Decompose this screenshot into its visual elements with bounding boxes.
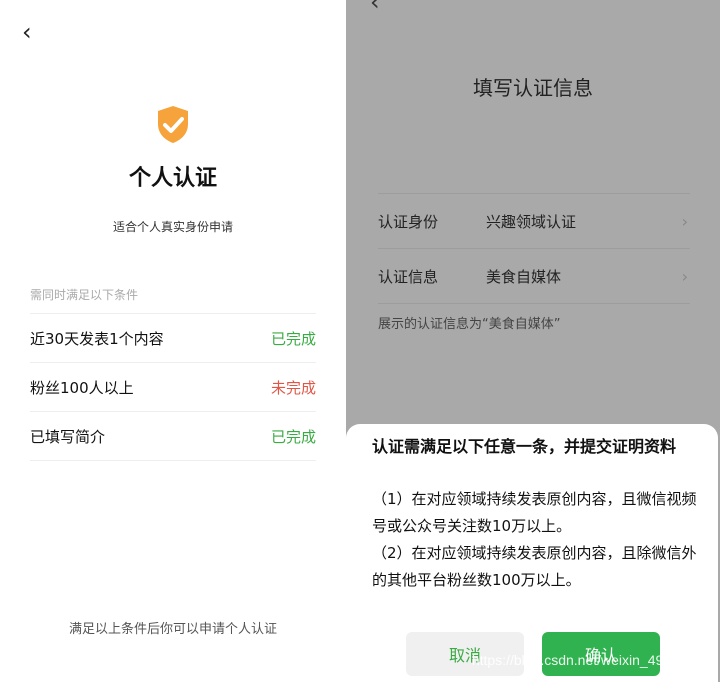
requirement-label: 粉丝100人以上 bbox=[30, 378, 134, 397]
fill-auth-info-panel: ‹ 填写认证信息 认证身份 兴趣领域认证 › 认证信息 美食自媒体 › 展示的认… bbox=[346, 0, 720, 682]
sheet-condition-1: （1）在对应领域持续发表原创内容，且微信视频号或公众号关注数10万以上。 bbox=[372, 490, 697, 535]
requirement-label: 近30天发表1个内容 bbox=[30, 329, 164, 348]
requirement-row: 已填写简介 已完成 bbox=[30, 411, 316, 461]
requirement-status: 未完成 bbox=[270, 378, 316, 397]
watermark: https://blog.csdn.net/weixin_49521939 bbox=[471, 652, 710, 668]
sheet-condition-2: （2）在对应领域持续发表原创内容，且除微信外的其他平台粉丝数100万以上。 bbox=[372, 544, 697, 589]
page-title: 填写认证信息 bbox=[473, 76, 593, 100]
row-value: 兴趣领域认证 bbox=[486, 212, 577, 231]
requirement-status: 已完成 bbox=[270, 329, 316, 348]
page-subtitle: 适合个人真实身份申请 bbox=[112, 220, 233, 234]
auth-info-row[interactable]: 认证信息 美食自媒体 › bbox=[378, 248, 690, 304]
row-key: 认证身份 bbox=[378, 212, 439, 231]
requirement-label: 已填写简介 bbox=[30, 427, 106, 446]
back-icon[interactable]: ‹ bbox=[370, 0, 380, 16]
chevron-right-icon: › bbox=[681, 266, 688, 286]
row-key: 认证信息 bbox=[378, 267, 439, 286]
auth-identity-row[interactable]: 认证身份 兴趣领域认证 › bbox=[378, 193, 690, 248]
requirements-sheet: 认证需满足以下任意一条，并提交证明资料 （1）在对应领域持续发表原创内容，且微信… bbox=[346, 424, 718, 682]
shield-check-icon bbox=[158, 106, 188, 143]
personal-auth-panel: ‹ 个人认证 适合个人真实身份申请 需同时满足以下条件 近30天发表1个内容 已… bbox=[0, 0, 346, 682]
display-note: 展示的认证信息为“美食自媒体” bbox=[378, 317, 561, 332]
requirement-status: 已完成 bbox=[270, 427, 316, 446]
requirement-row: 近30天发表1个内容 已完成 bbox=[30, 313, 316, 362]
back-icon[interactable]: ‹ bbox=[22, 18, 38, 46]
page-title: 个人认证 bbox=[128, 166, 217, 191]
chevron-right-icon: › bbox=[681, 211, 688, 231]
footer-note: 满足以上条件后你可以申请个人认证 bbox=[68, 622, 277, 637]
requirements-header: 需同时满足以下条件 bbox=[30, 288, 139, 302]
requirement-row: 粉丝100人以上 未完成 bbox=[30, 362, 316, 411]
sheet-title: 认证需满足以下任意一条，并提交证明资料 bbox=[372, 437, 677, 456]
row-value: 美食自媒体 bbox=[486, 267, 562, 286]
